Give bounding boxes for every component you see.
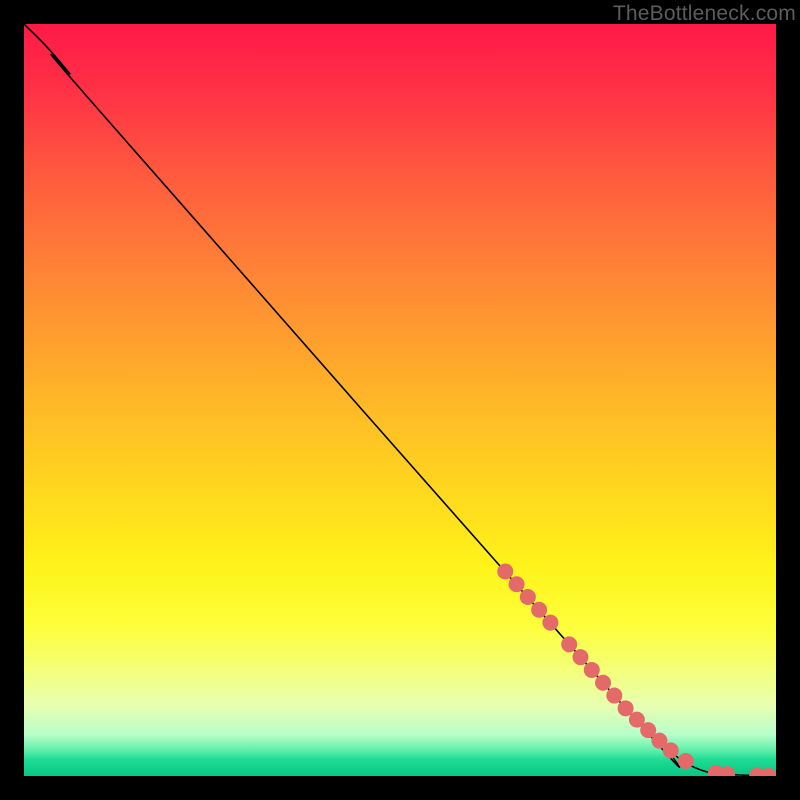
marker-dot — [497, 563, 513, 579]
chart-svg — [24, 24, 776, 776]
marker-dot — [595, 675, 611, 691]
marker-dot — [663, 742, 679, 758]
marker-dot — [531, 602, 547, 618]
marker-dot — [561, 636, 577, 652]
gradient-background — [24, 24, 776, 776]
marker-dot — [572, 649, 588, 665]
marker-dot — [520, 589, 536, 605]
marker-dot — [606, 688, 622, 704]
marker-dot — [509, 576, 525, 592]
watermark-text: TheBottleneck.com — [613, 2, 796, 26]
chart-frame — [24, 24, 776, 776]
marker-dot — [542, 615, 558, 631]
marker-dot — [678, 753, 694, 769]
marker-dot — [618, 700, 634, 716]
marker-dot — [584, 662, 600, 678]
